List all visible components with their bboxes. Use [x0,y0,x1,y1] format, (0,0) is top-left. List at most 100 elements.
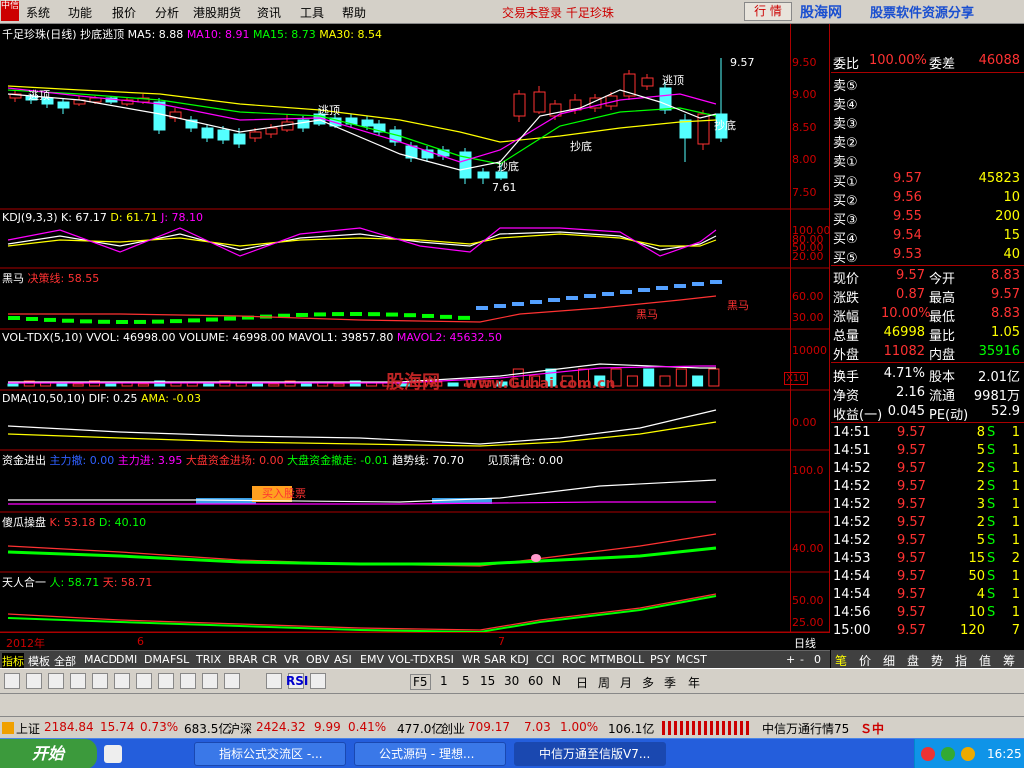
indicator-tab[interactable]: FSL [170,653,189,666]
period-button[interactable]: N [552,674,561,688]
tick-row[interactable]: 14:52 9.57 2 S 1 [831,478,1024,497]
tick-row[interactable]: 14:51 9.57 8 S 1 [831,424,1024,443]
tick-row[interactable]: 14:51 9.57 5 S 1 [831,442,1024,461]
quicklaunch-icon[interactable] [104,745,122,763]
indicator-tab[interactable]: BRAR [228,653,258,666]
menu-help[interactable]: 帮助 [342,4,366,21]
tab-control-button[interactable]: - [800,653,804,666]
period-button[interactable]: 5 [462,674,470,688]
tray-icon[interactable] [941,747,955,761]
indicator-tab[interactable]: RSI [436,653,454,666]
period-button[interactable]: 月 [620,674,632,691]
tab-control-button[interactable]: 0 [814,653,821,666]
indicator-tab[interactable]: TRIX [196,653,221,666]
side-tab[interactable]: 细 [883,652,895,669]
tick-row[interactable]: 14:52 9.57 2 S 1 [831,514,1024,533]
toolbar-tool-icon[interactable] [224,673,240,689]
menu-system[interactable]: 系统 [26,4,50,21]
tick-row[interactable]: 14:53 9.57 15 S 2 [831,550,1024,569]
indicator-tab[interactable]: CR [262,653,277,666]
period-button[interactable]: 年 [688,674,700,691]
sell-row[interactable]: 卖③ [831,112,1024,132]
menu-tools[interactable]: 工具 [300,4,324,21]
menu-analysis[interactable]: 分析 [155,4,179,21]
tick-row[interactable]: 14:54 9.57 50 S 1 [831,568,1024,587]
indicator-tab[interactable]: KDJ [510,653,529,666]
menu-function[interactable]: 功能 [68,4,92,21]
tick-row[interactable]: 14:54 9.57 4 S 1 [831,586,1024,605]
toolbar-tool-icon[interactable] [4,673,20,689]
toolbar-tool-icon[interactable] [114,673,130,689]
toolbar-tool-icon[interactable] [202,673,218,689]
f5-button[interactable]: F5 [410,674,431,690]
sell-row[interactable]: 卖② [831,131,1024,151]
sell-row[interactable]: 卖⑤ [831,74,1024,94]
menu-hk-futures[interactable]: 港股期货 [193,4,241,21]
indicator-tab[interactable]: MTM [590,653,616,666]
chart-area[interactable]: 千足珍珠(日线) 抄底逃顶 MA5: 8.88 MA10: 8.91 MA15:… [0,24,831,650]
side-tab[interactable]: 筹 [1003,652,1015,669]
cy-label[interactable]: 创业 [441,720,465,737]
buy-row[interactable]: 买② 9.56 10 [831,189,1024,209]
input-method-icon[interactable]: Ｓ中 [860,720,884,737]
sell-row[interactable]: 卖④ [831,93,1024,113]
tray-icon[interactable] [921,747,935,761]
toolbar-tool-icon[interactable] [180,673,196,689]
indicator-tab[interactable]: DMI [116,653,137,666]
indicator-tab[interactable]: BOLL [616,653,644,666]
period-button[interactable]: 多 [642,674,654,691]
indicator-tab[interactable]: MACD [84,653,117,666]
toolbar-tool-icon[interactable] [266,673,282,689]
indicator-tab[interactable]: WR [462,653,481,666]
indicator-tab[interactable]: VOL-TDX [388,653,436,666]
buy-row[interactable]: 买⑤ 9.53 40 [831,246,1024,266]
tick-row[interactable]: 15:00 9.57 120 7 [831,622,1024,641]
toolbar-tool-icon[interactable] [92,673,108,689]
indicator-tab[interactable]: ROC [562,653,586,666]
toolbar-tool-icon[interactable] [158,673,174,689]
period-button[interactable]: 30 [504,674,519,688]
indicator-tab[interactable]: EMV [360,653,384,666]
toolbar-tool-icon[interactable] [70,673,86,689]
buy-row[interactable]: 买③ 9.55 200 [831,208,1024,228]
side-tab[interactable]: 势 [931,652,943,669]
menu-quote[interactable]: 报价 [112,4,136,21]
tick-row[interactable]: 14:52 9.57 2 S 1 [831,460,1024,479]
task-forum[interactable]: 指标公式交流区 -... [194,742,346,766]
period-button[interactable]: 周 [598,674,610,691]
start-button[interactable]: 开始 [0,739,97,768]
period-button[interactable]: 1 [440,674,448,688]
side-tab[interactable]: 值 [979,652,991,669]
indicator-tab[interactable]: 模板 [28,653,50,669]
period-button[interactable]: 60 [528,674,543,688]
task-source[interactable]: 公式源码 - 理想... [354,742,506,766]
toolbar-tool-icon[interactable] [26,673,42,689]
buy-row[interactable]: 买④ 9.54 15 [831,227,1024,247]
quote-button[interactable]: 行 情 [744,2,792,21]
indicator-tab[interactable]: 指标 [2,653,24,669]
tick-row[interactable]: 14:52 9.57 3 S 1 [831,496,1024,515]
sz-label[interactable]: 沪深 [228,720,252,737]
toolbar-tool-icon[interactable] [136,673,152,689]
tick-row[interactable]: 14:52 9.57 5 S 1 [831,532,1024,551]
indicator-tab[interactable]: MCST [676,653,707,666]
tab-control-button[interactable]: + [786,653,795,666]
toolbar-tool-icon[interactable] [48,673,64,689]
side-tab[interactable]: 盘 [907,652,919,669]
side-tab[interactable]: 笔 [835,652,847,669]
side-tab[interactable]: 价 [859,652,871,669]
indicator-tab[interactable]: PSY [650,653,670,666]
indicator-tab[interactable]: CCI [536,653,555,666]
toolbar-tool-icon[interactable] [310,673,326,689]
sell-row[interactable]: 卖① [831,150,1024,170]
indicator-tab[interactable]: DMA [144,653,170,666]
tray-icon[interactable] [961,747,975,761]
task-app[interactable]: 中信万通至信版V7... [514,742,666,766]
indicator-tab[interactable]: OBV [306,653,329,666]
tick-row[interactable]: 14:56 9.57 10 S 1 [831,604,1024,623]
indicator-tab[interactable]: 全部 [54,653,76,669]
period-button[interactable]: 日 [576,674,588,691]
indicator-tab[interactable]: ASI [334,653,352,666]
period-button[interactable]: 15 [480,674,495,688]
period-button[interactable]: 季 [664,674,676,691]
